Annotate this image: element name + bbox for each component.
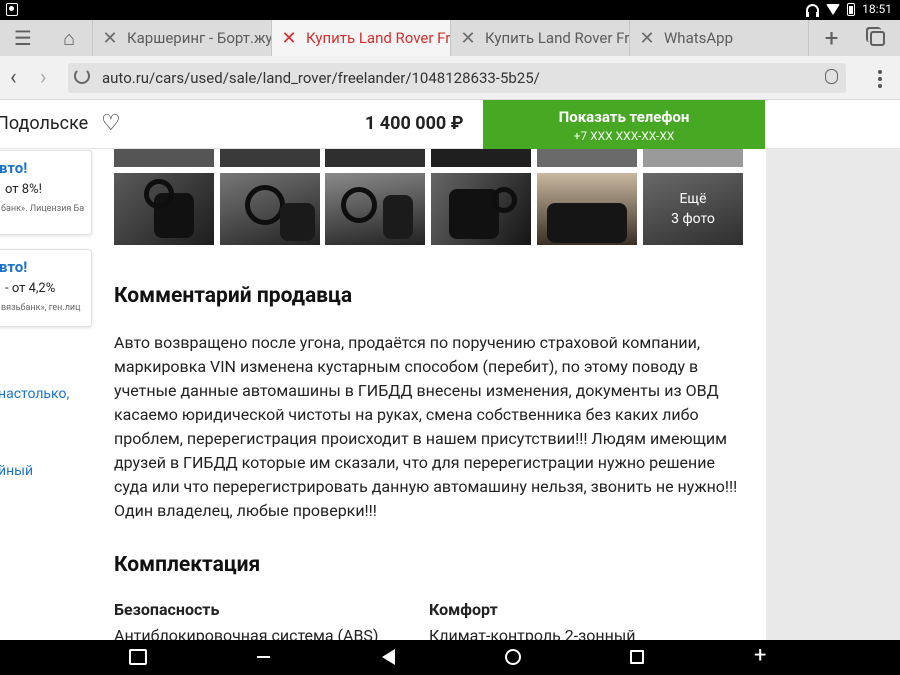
headset-icon: [806, 4, 820, 17]
minimize-icon[interactable]: [257, 656, 270, 658]
seller-comment-text: Авто возвращено после угона, продаётся п…: [114, 333, 738, 520]
sidebar-link[interactable]: настолько,: [0, 386, 69, 402]
tab-title: Купить Land Rover Fr: [306, 29, 450, 47]
more-count: 3 фото: [671, 211, 715, 227]
tab-land-rover[interactable]: ✕ Купить Land Rover Fr: [450, 20, 629, 56]
show-phone-button[interactable]: Показать телефон +7 XXX XXX-XX-XX: [483, 100, 765, 149]
close-icon[interactable]: ✕: [451, 28, 485, 49]
card-title: вто!: [0, 159, 28, 177]
favorite-heart-icon[interactable]: ♡: [101, 113, 121, 135]
price-label: 1 400 000 ₽: [365, 113, 464, 134]
gallery-photo[interactable]: [114, 149, 214, 167]
equipment-group-title: Безопасность: [114, 600, 220, 619]
screenshot-icon[interactable]: [129, 649, 147, 665]
gallery-more-photos[interactable]: Ещё 3 фото: [643, 173, 743, 245]
listing-content: вто! от 8%! банк». Лицензия Ба вто! - от…: [0, 100, 766, 640]
seller-comment-heading: Комментарий продавца: [114, 284, 353, 308]
sidebar-link[interactable]: йный: [0, 463, 33, 479]
card-subtitle: от 8%!: [5, 182, 42, 197]
gallery-photo[interactable]: [431, 173, 531, 245]
gallery-photo[interactable]: [114, 173, 214, 245]
show-phone-label: Показать телефон: [558, 108, 690, 126]
equipment-item: Антиблокировочная система (ABS): [114, 626, 379, 640]
gallery-photo[interactable]: [325, 149, 425, 167]
tab-title: Купить Land Rover Fr: [485, 29, 629, 47]
loan-ad-card[interactable]: вто! от 8%! банк». Лицензия Ба: [0, 150, 92, 235]
equipment-heading: Комплектация: [114, 553, 261, 577]
tab-carsharing[interactable]: ✕ Каршеринг - Борт.жу: [92, 20, 271, 56]
overflow-menu-icon[interactable]: [878, 70, 882, 88]
tab-whatsapp[interactable]: ✕ WhatsApp: [629, 20, 808, 56]
back-nav-icon[interactable]: [382, 649, 395, 665]
address-bar: ‹ › auto.ru/cars/used/sale/land_rover/fr…: [0, 56, 900, 100]
equipment-item: Климат-контроль 2-зонный: [429, 626, 636, 640]
tab-land-rover-active[interactable]: ✕ Купить Land Rover Fr: [271, 20, 450, 56]
gallery-photo[interactable]: [537, 149, 637, 167]
home-icon[interactable]: ⌂: [46, 20, 92, 56]
status-bar: 18:51: [0, 0, 900, 20]
recents-nav-icon[interactable]: [630, 650, 644, 664]
tab-title: Каршеринг - Борт.жу: [127, 29, 271, 47]
close-icon[interactable]: ✕: [272, 28, 306, 49]
clock: 18:51: [862, 2, 892, 16]
web-page: вто! от 8%! банк». Лицензия Ба вто! - от…: [0, 100, 900, 640]
system-nav-bar: +: [0, 640, 900, 675]
back-icon[interactable]: ‹: [10, 65, 17, 90]
gallery-photo[interactable]: [537, 173, 637, 245]
plus-nav-icon[interactable]: +: [754, 643, 766, 669]
card-subtitle: - от 4,2%: [5, 281, 56, 296]
menu-icon[interactable]: ☰: [0, 20, 46, 56]
close-icon[interactable]: ✕: [93, 28, 127, 49]
tab-switcher-icon[interactable]: [854, 20, 900, 56]
lock-icon[interactable]: [825, 69, 838, 84]
gallery-photo[interactable]: [220, 149, 320, 167]
more-label: Ещё: [679, 191, 707, 207]
home-nav-icon[interactable]: [505, 649, 521, 665]
more-photos-label: Ещё 3 фото: [671, 189, 715, 229]
gallery-photo[interactable]: [325, 173, 425, 245]
reload-icon[interactable]: [74, 68, 90, 84]
notification-icon: [6, 3, 18, 16]
close-icon[interactable]: ✕: [630, 28, 664, 49]
url-text[interactable]: auto.ru/cars/used/sale/land_rover/freela…: [102, 69, 540, 87]
gallery-photo[interactable]: [220, 173, 320, 245]
gallery-photo[interactable]: [431, 149, 531, 167]
card-title: вто!: [0, 258, 28, 276]
equipment-group-title: Комфорт: [429, 600, 498, 619]
card-footnote: банк». Лицензия Ба: [1, 204, 85, 214]
forward-icon[interactable]: ›: [40, 65, 47, 90]
phone-number: +7 XXX XXX-XX-XX: [573, 129, 675, 143]
status-icons: 18:51: [806, 2, 892, 17]
city-label: Подольске: [0, 113, 89, 134]
wifi-icon: [826, 4, 841, 15]
battery-icon: [847, 3, 856, 16]
tab-bar: ☰ ⌂ ✕ Каршеринг - Борт.жу ✕ Купить Land …: [0, 20, 900, 56]
url-input[interactable]: auto.ru/cars/used/sale/land_rover/freela…: [68, 63, 846, 93]
gallery-photo[interactable]: [643, 149, 743, 167]
new-tab-icon[interactable]: +: [808, 20, 854, 56]
sticky-header: Подольске ♡ 1 400 000 ₽ Показать телефон…: [0, 100, 900, 149]
tab-title: WhatsApp: [664, 29, 734, 47]
loan-ad-card[interactable]: вто! - от 4,2% вязьбанк», ген.лиц: [0, 249, 92, 327]
card-footnote: вязьбанк», ген.лиц: [1, 303, 81, 313]
